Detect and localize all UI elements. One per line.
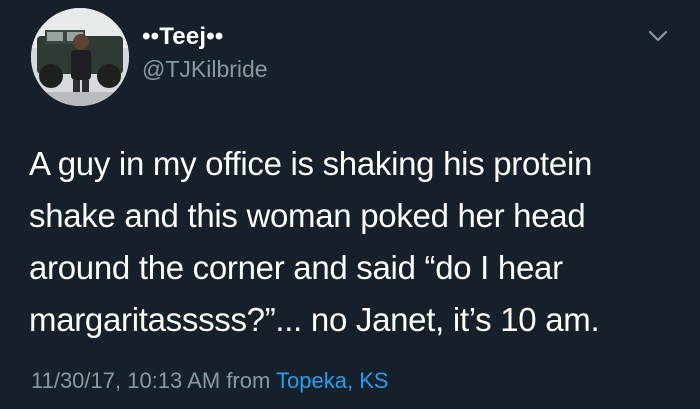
tweet-text: A guy in my office is shaking his protei… — [29, 138, 689, 346]
timestamp[interactable]: 11/30/17, 10:13 AM — [31, 368, 220, 393]
avatar-photo — [31, 8, 129, 106]
tweet-text-line: shake and this woman poked her head — [29, 197, 586, 234]
tweet-text-line: margaritasssss?”... no Janet, it’s 10 am… — [29, 301, 600, 338]
tweet-meta: 11/30/17, 10:13 AM from Topeka, KS — [31, 368, 389, 394]
avatar[interactable] — [31, 8, 129, 106]
display-name[interactable]: ••Teej•• — [142, 23, 223, 51]
user-handle[interactable]: @TJKilbride — [142, 56, 268, 83]
chevron-down-icon[interactable] — [646, 26, 670, 46]
tweet-text-line: A guy in my office is shaking his protei… — [29, 145, 593, 182]
from-label: from — [226, 368, 271, 393]
tweet-text-line: around the corner and said “do I hear — [29, 249, 563, 286]
tweet-card: ••Teej•• @TJKilbride A guy in my office … — [0, 0, 700, 409]
location-link[interactable]: Topeka, KS — [276, 368, 389, 393]
